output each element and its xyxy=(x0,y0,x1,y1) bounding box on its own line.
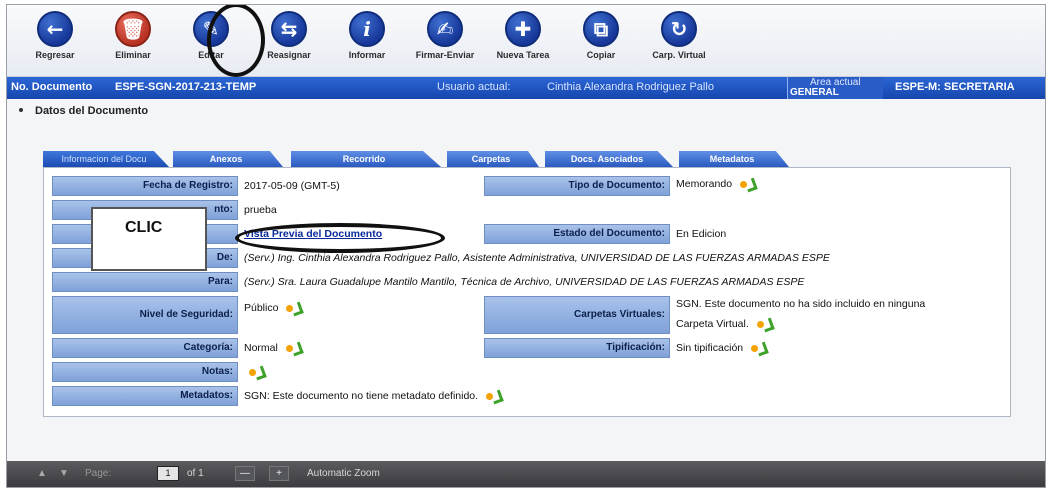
nivel-seguridad-value: Público xyxy=(244,302,279,314)
new-task-button-label: Nueva Tarea xyxy=(496,50,550,60)
trash-icon: 🗑 xyxy=(115,11,151,47)
sign-icon: ✍ xyxy=(427,11,463,47)
nivel-seguridad-label: Nivel de Seguridad: xyxy=(52,296,238,334)
action-toolbar: ← Regresar 🗑 Eliminar ✎ Editar ⇆ Reasign… xyxy=(7,5,1045,77)
tab-informacion[interactable]: Informacion del Docu xyxy=(43,151,169,167)
estado-label: Estado del Documento: xyxy=(484,224,670,244)
tipo-documento-label: Tipo de Documento: xyxy=(484,176,670,196)
current-user-label: Usuario actual: xyxy=(437,81,511,93)
de-value: (Serv.) Ing. Cinthia Alexandra Rodriguez… xyxy=(244,252,830,264)
copy-icon: ⧉ xyxy=(583,11,619,47)
notas-label: Notas: xyxy=(52,362,238,382)
para-value: (Serv.) Sra. Laura Guadalupe Mantilo Man… xyxy=(244,276,805,288)
pdf-viewer-toolbar: ▲ ▼ Page: 1 of 1 — + Automatic Zoom xyxy=(7,461,1045,487)
para-label: Para: xyxy=(52,272,238,292)
page-label: Page: xyxy=(85,468,112,479)
current-area-box: Area actual GENERAL xyxy=(787,77,883,99)
edit-typification-icon[interactable] xyxy=(750,342,766,354)
tab-docs-asociados[interactable]: Docs. Asociados xyxy=(545,151,673,167)
zoom-out-button[interactable]: — xyxy=(235,466,255,481)
clic-callout-text: CLIC xyxy=(125,219,163,236)
metadatos-row: SGN: Este documento no tiene metadato de… xyxy=(244,390,501,402)
copy-button[interactable]: ⧉ Copiar xyxy=(563,11,639,60)
clic-callout: CLIC xyxy=(91,207,207,271)
virtual-folder-icon: ↻ xyxy=(661,11,697,47)
tab-carpetas[interactable]: Carpetas xyxy=(447,151,539,167)
categoria-row: Normal xyxy=(244,342,301,354)
tab-anexos[interactable]: Anexos xyxy=(173,151,283,167)
edit-highlight-circle xyxy=(207,5,265,77)
tab-recorrido[interactable]: Recorrido xyxy=(291,151,441,167)
back-arrow-icon: ← xyxy=(37,11,73,47)
carpetas-virtuales-value: Carpeta Virtual. xyxy=(676,318,749,330)
document-info-bar: No. Documento ESPE-SGN-2017-213-TEMP Usu… xyxy=(7,77,1045,99)
current-user-value: Cinthia Alexandra Rodriguez Pallo xyxy=(547,81,714,93)
fecha-registro-value: 2017-05-09 (GMT-5) xyxy=(244,180,340,192)
estado-value: En Edicion xyxy=(676,228,727,240)
carpetas-virtuales-line2: Carpeta Virtual. xyxy=(676,318,772,330)
tab-metadatos[interactable]: Metadatos xyxy=(679,151,789,167)
new-task-icon: ✚ xyxy=(505,11,541,47)
current-area-value: ESPE-M: SECRETARIA xyxy=(895,81,1015,93)
edit-security-icon[interactable] xyxy=(285,302,301,314)
tipo-documento-value: Memorando xyxy=(676,178,733,190)
info-icon: i xyxy=(349,11,385,47)
doc-number-value: ESPE-SGN-2017-213-TEMP xyxy=(115,81,257,93)
categoria-label: Categoría: xyxy=(52,338,238,358)
document-tabs: Informacion del Docu Anexos Recorrido Ca… xyxy=(43,145,803,167)
document-info-panel: Fecha de Registro: 2017-05-09 (GMT-5) Ti… xyxy=(43,167,1011,417)
carpetas-virtuales-label: Carpetas Virtuales: xyxy=(484,296,670,334)
tipificacion-value: Sin tipificación xyxy=(676,342,744,354)
carpetas-virtuales-line1: SGN. Este documento no ha sido incluido … xyxy=(676,298,926,310)
back-button[interactable]: ← Regresar xyxy=(17,11,93,60)
sign-send-button-label: Firmar-Enviar xyxy=(415,50,475,60)
copy-button-label: Copiar xyxy=(586,50,616,60)
categoria-value: Normal xyxy=(244,342,278,354)
zoom-select[interactable]: Automatic Zoom xyxy=(307,468,380,479)
section-title: Datos del Documento xyxy=(35,105,149,117)
preview-link-highlight-oval xyxy=(235,223,445,253)
inform-button-label: Informar xyxy=(348,50,386,60)
edit-category-icon[interactable] xyxy=(285,342,301,354)
metadatos-value: SGN: Este documento no tiene metadato de… xyxy=(244,390,479,402)
virtual-folder-button[interactable]: ↻ Carp. Virtual xyxy=(641,11,717,60)
tipificacion-label: Tipificación: xyxy=(484,338,670,358)
nivel-seguridad-row: Público xyxy=(244,302,301,314)
page-number-input[interactable]: 1 xyxy=(157,466,179,481)
back-button-label: Regresar xyxy=(35,50,75,60)
asunto-value: prueba xyxy=(244,204,277,216)
section-bullet xyxy=(19,108,23,112)
notas-row xyxy=(244,366,264,378)
new-task-button[interactable]: ✚ Nueva Tarea xyxy=(485,11,561,60)
fecha-registro-label: Fecha de Registro: xyxy=(52,176,238,196)
delete-button[interactable]: 🗑 Eliminar xyxy=(95,11,171,60)
virtual-folder-button-label: Carp. Virtual xyxy=(652,50,706,60)
edit-notes-icon[interactable] xyxy=(248,366,264,378)
page-count: of 1 xyxy=(187,468,204,479)
reassign-icon: ⇆ xyxy=(271,11,307,47)
edit-metadata-def-icon[interactable] xyxy=(485,390,501,402)
current-area-sub: GENERAL xyxy=(790,87,839,98)
next-page-icon[interactable]: ▼ xyxy=(59,468,69,479)
doc-number-label: No. Documento xyxy=(11,81,93,93)
prev-page-icon[interactable]: ▲ xyxy=(37,468,47,479)
zoom-in-button[interactable]: + xyxy=(269,466,289,481)
metadatos-label: Metadatos: xyxy=(52,386,238,406)
edit-metadata-icon[interactable] xyxy=(739,178,755,190)
inform-button[interactable]: i Informar xyxy=(329,11,405,60)
tipificacion-row: Sin tipificación xyxy=(676,342,766,354)
tipo-documento-row: Memorando xyxy=(676,178,755,190)
delete-button-label: Eliminar xyxy=(115,50,151,60)
edit-folder-icon[interactable] xyxy=(756,318,772,330)
sign-send-button[interactable]: ✍ Firmar-Enviar xyxy=(407,11,483,60)
app-window: ← Regresar 🗑 Eliminar ✎ Editar ⇆ Reasign… xyxy=(6,4,1046,488)
